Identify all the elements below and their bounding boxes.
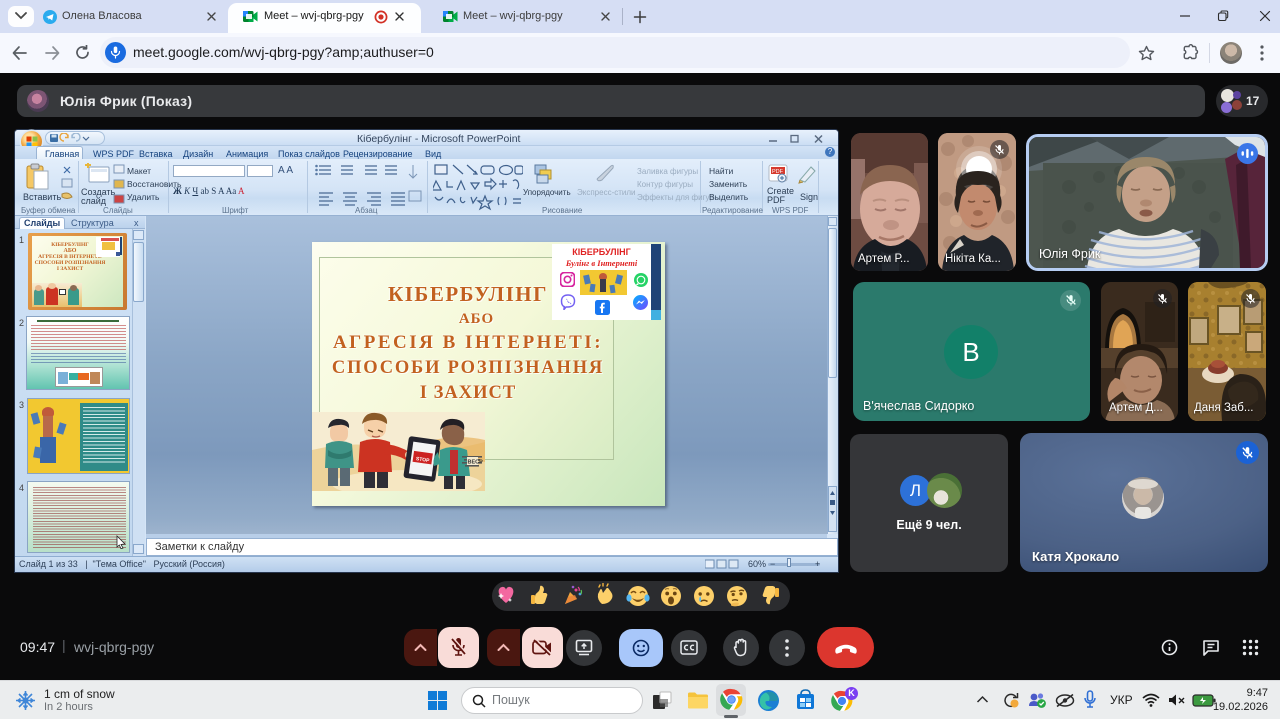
svg-text:ВЕСР: ВЕСР: [468, 460, 484, 466]
